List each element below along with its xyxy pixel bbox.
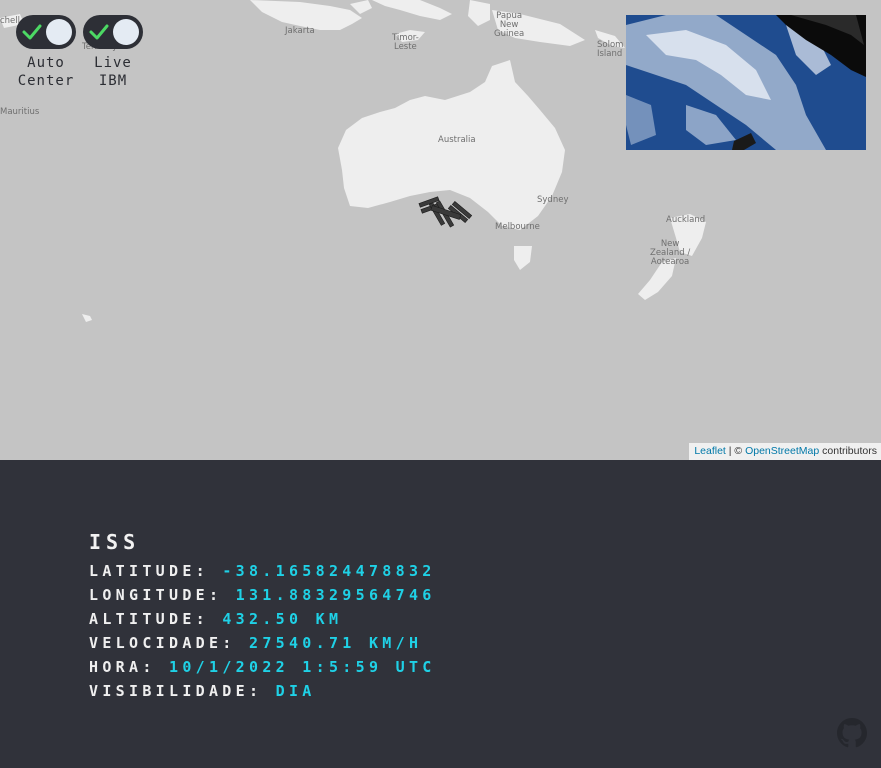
velocity-label: VELOCIDADE: <box>89 634 249 652</box>
latitude-value: -38.165824478832 <box>222 562 436 580</box>
visibility-value: DIA <box>275 682 316 700</box>
github-icon[interactable] <box>837 718 867 748</box>
label-auckland: Auckland <box>666 215 706 225</box>
openstreetmap-link[interactable]: OpenStreetMap <box>745 445 819 457</box>
latitude-row: LATITUDE: -38.165824478832 <box>89 559 436 583</box>
label-timor-leste: Timor- Leste <box>392 33 419 52</box>
longitude-row: LONGITUDE: 131.88329564746 <box>89 583 436 607</box>
visibility-row: VISIBILIDADE: DIA <box>89 679 436 703</box>
visibility-label: VISIBILIDADE: <box>89 682 276 700</box>
auto-center-toggle[interactable] <box>16 15 76 49</box>
longitude-value: 131.88329564746 <box>235 586 436 604</box>
toggle-knob <box>46 19 72 45</box>
altitude-value: 432.50 KM <box>222 610 343 628</box>
time-value: 10/1/2022 1:5:59 UTC <box>169 658 436 676</box>
label-mauritius: Mauritius <box>0 107 40 117</box>
label-melbourne: Melbourne <box>495 222 540 232</box>
time-row: HORA: 10/1/2022 1:5:59 UTC <box>89 655 436 679</box>
label-solomon-islands: Solom Island <box>597 40 624 59</box>
auto-center-label: Auto Center <box>17 55 75 89</box>
iss-title: ISS <box>89 530 141 554</box>
label-new-zealand: New Zealand / Aotearoa <box>650 239 691 267</box>
toggle-knob <box>113 19 139 45</box>
label-papua-new-guinea: Papua New Guinea <box>494 11 525 39</box>
iss-info: ISS LATITUDE: -38.165824478832 LONGITUDE… <box>89 530 436 703</box>
map[interactable]: Jakarta Timor- Leste Papua New Guinea So… <box>0 0 881 460</box>
check-icon <box>22 24 42 40</box>
velocity-value: 27540.71 KM/H <box>248 634 423 652</box>
leaflet-link[interactable]: Leaflet <box>694 445 726 457</box>
attribution-separator: | © <box>725 445 746 457</box>
info-panel: ISS LATITUDE: -38.165824478832 LONGITUDE… <box>0 460 881 768</box>
check-icon <box>89 24 109 40</box>
earth-view-image <box>626 15 866 150</box>
velocity-row: VELOCIDADE: 27540.71 KM/H <box>89 631 436 655</box>
live-ibm-label: Live IBM <box>94 55 132 89</box>
longitude-label: LONGITUDE: <box>89 586 236 604</box>
live-camera-feed[interactable] <box>626 15 866 150</box>
iss-station-icon[interactable] <box>417 194 477 234</box>
label-jakarta: Jakarta <box>285 26 315 36</box>
latitude-label: LATITUDE: <box>89 562 223 580</box>
altitude-row: ALTITUDE: 432.50 KM <box>89 607 436 631</box>
label-sydney: Sydney <box>537 195 569 205</box>
altitude-label: ALTITUDE: <box>89 610 223 628</box>
map-attribution: Leaflet | © OpenStreetMap contributors <box>689 443 881 460</box>
label-australia: Australia <box>438 135 476 145</box>
attribution-suffix: contributors <box>819 445 877 457</box>
live-ibm-toggle[interactable] <box>83 15 143 49</box>
time-label: HORA: <box>89 658 169 676</box>
